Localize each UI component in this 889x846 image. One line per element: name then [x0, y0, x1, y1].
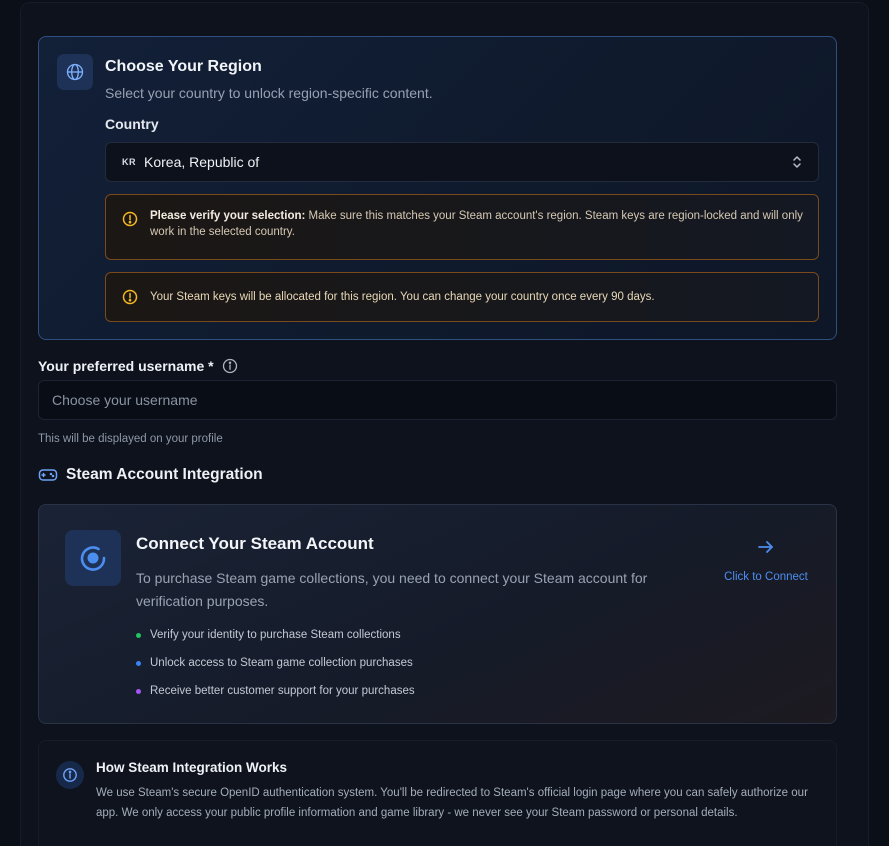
arrow-right-icon [758, 541, 773, 553]
alert-circle-icon [122, 289, 138, 310]
connect-title: Connect Your Steam Account [136, 534, 374, 553]
username-help-text: This will be displayed on your profile [38, 433, 223, 445]
connect-action-label: Click to Connect [724, 571, 808, 583]
warning-text: Please verify your selection: Make sure … [150, 208, 806, 240]
notice-text: Your Steam keys will be allocated for th… [150, 291, 655, 303]
info-icon[interactable] [222, 358, 238, 374]
country-select[interactable]: KR Korea, Republic of [105, 142, 819, 182]
info-circle-icon [56, 761, 84, 789]
list-item: Verify your identity to purchase Steam c… [136, 627, 415, 655]
steam-section-title-text: Steam Account Integration [66, 466, 263, 483]
connect-description: To purchase Steam game collections, you … [136, 570, 648, 609]
region-allocation-notice: Your Steam keys will be allocated for th… [105, 272, 819, 322]
steam-logo-icon [65, 530, 121, 586]
benefits-list: Verify your identity to purchase Steam c… [136, 627, 415, 711]
globe-icon [57, 54, 93, 90]
country-code: KR [122, 157, 136, 167]
bullet-dot [136, 689, 141, 694]
benefit-text: Receive better customer support for your… [150, 685, 415, 697]
benefit-text: Verify your identity to purchase Steam c… [150, 629, 401, 641]
username-label: Your preferred username * [38, 358, 238, 374]
chevron-up-down-icon [790, 154, 804, 175]
country-name: Korea, Republic of [144, 154, 260, 170]
connect-steam-card[interactable]: Connect Your Steam Account To purchase S… [38, 504, 837, 724]
region-verify-warning: Please verify your selection: Make sure … [105, 194, 819, 260]
gamepad-icon [38, 467, 58, 483]
list-item: Receive better customer support for your… [136, 683, 415, 711]
benefit-text: Unlock access to Steam game collection p… [150, 657, 413, 669]
how-description: We use Steam's secure OpenID authenticat… [96, 787, 808, 819]
region-title: Choose Your Region [105, 58, 262, 75]
region-subtitle: Select your country to unlock region-spe… [105, 85, 433, 101]
steam-section-title: Steam Account Integration [38, 466, 263, 484]
bullet-dot [136, 661, 141, 666]
region-card: Choose Your Region Select your country t… [38, 36, 837, 340]
how-title: How Steam Integration Works [96, 760, 288, 775]
list-item: Unlock access to Steam game collection p… [136, 655, 415, 683]
username-input[interactable] [38, 380, 837, 420]
bullet-dot [136, 633, 141, 638]
warning-bold: Please verify your selection: [150, 210, 306, 222]
connect-steam-button[interactable]: Click to Connect [715, 539, 817, 585]
how-integration-card: How Steam Integration Works We use Steam… [38, 740, 837, 846]
country-label: Country [105, 116, 159, 132]
username-label-text: Your preferred username * [38, 358, 214, 374]
alert-circle-icon [122, 211, 138, 232]
